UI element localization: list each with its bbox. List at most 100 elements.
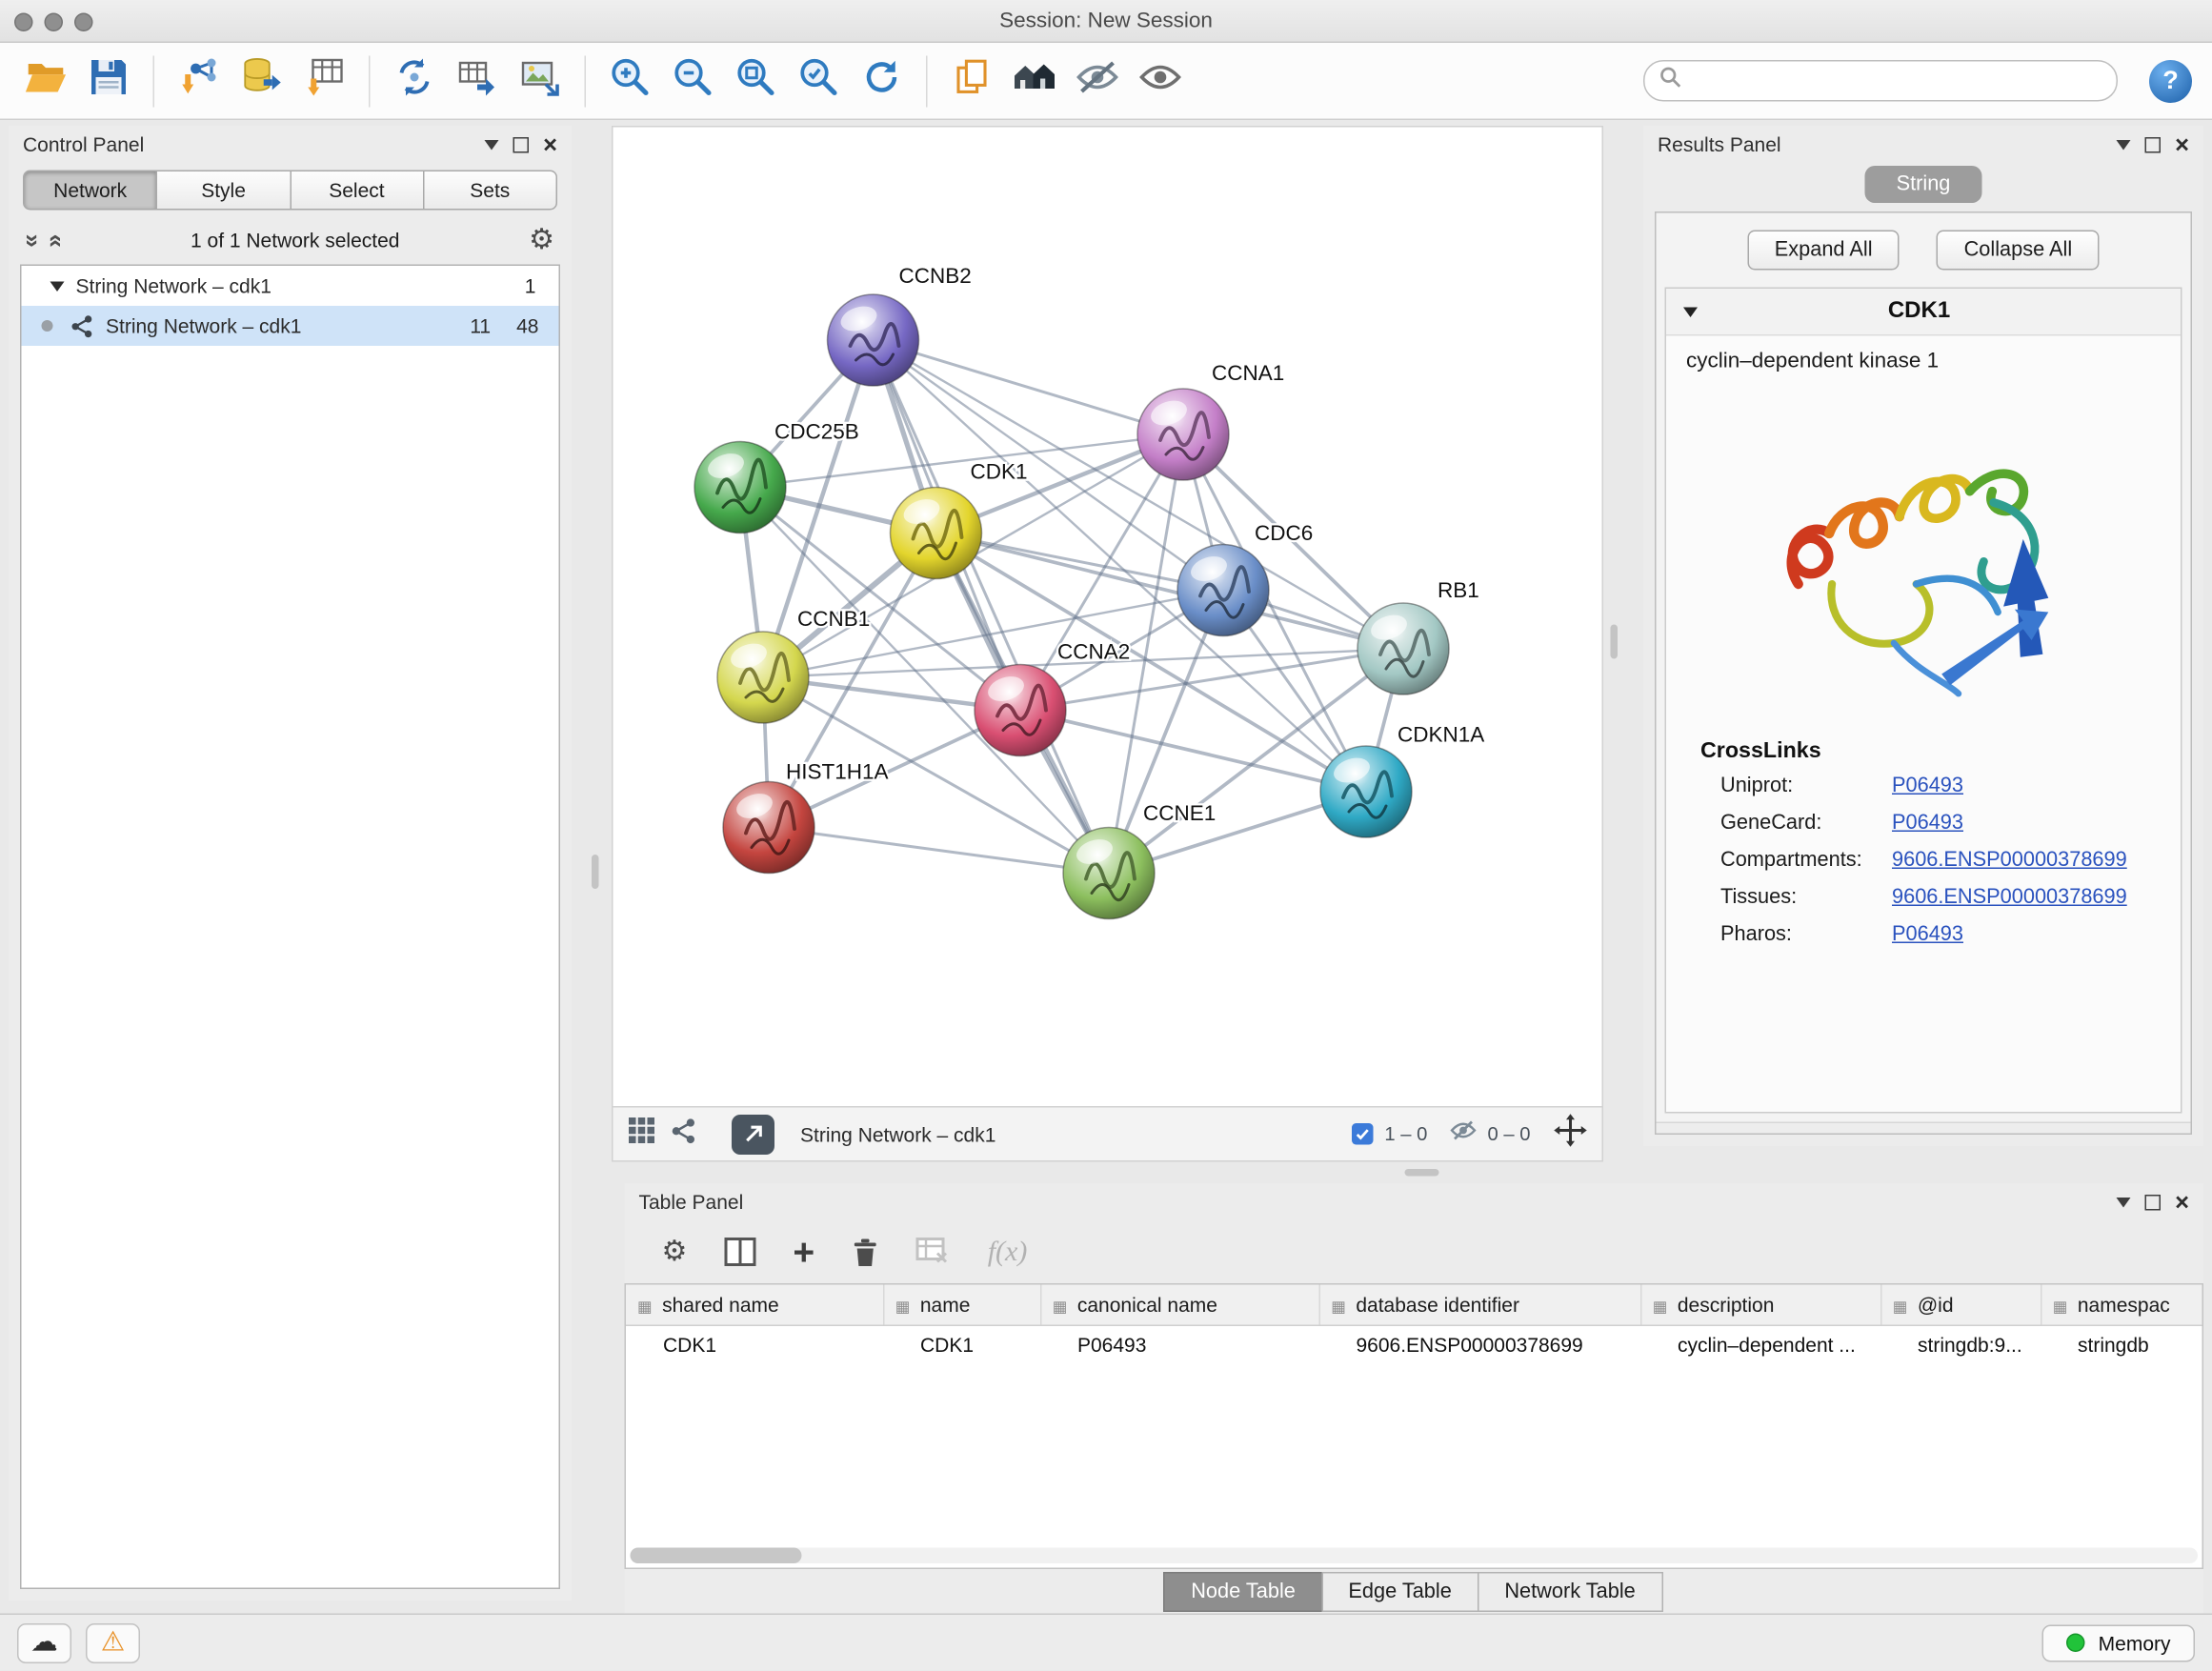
gear-icon[interactable]: ⚙ — [529, 226, 554, 254]
hidden-eye-slash-icon[interactable] — [1450, 1120, 1476, 1148]
crosslink-link[interactable]: P06493 — [1892, 812, 1963, 835]
network-node-HIST1H1A[interactable]: HIST1H1A — [723, 760, 889, 874]
network-view[interactable]: CCNB2CCNA1CDC25BCDK1CDC6RB1CCNB1CCNA2CDK… — [612, 126, 1603, 1108]
refresh-view-button[interactable] — [856, 53, 908, 108]
column-header-@id[interactable]: ▦@id — [1880, 1285, 2041, 1325]
float-panel-icon[interactable] — [2145, 1194, 2162, 1210]
column-header-name[interactable]: ▦name — [883, 1285, 1040, 1325]
expand-all-button[interactable]: Expand All — [1747, 231, 1900, 271]
zoom-selected-button[interactable] — [794, 53, 845, 108]
pan-move-icon[interactable] — [1554, 1114, 1588, 1156]
table-cell[interactable]: 9606.ENSP00000378699 — [1319, 1325, 1641, 1364]
tab-string[interactable]: String — [1865, 166, 1982, 203]
show-columns-icon[interactable] — [724, 1238, 755, 1266]
add-column-icon[interactable]: + — [793, 1234, 814, 1271]
network-node-CDK1[interactable]: CDK1 — [891, 460, 1028, 579]
table-cell[interactable]: cyclin–dependent ... — [1640, 1325, 1880, 1364]
expand-all-icon[interactable]: » — [43, 233, 68, 247]
save-session-button[interactable] — [83, 53, 134, 108]
tab-node-table[interactable]: Node Table — [1164, 1572, 1323, 1612]
open-in-new-window-button[interactable] — [732, 1114, 774, 1154]
crosslink-link[interactable]: 9606.ENSP00000378699 — [1892, 849, 2127, 872]
close-panel-icon[interactable]: × — [543, 132, 557, 157]
network-node-CDKN1A[interactable]: CDKN1A — [1320, 723, 1484, 838]
zoom-in-button[interactable] — [605, 53, 656, 108]
import-network-button[interactable] — [173, 53, 225, 108]
table-cell[interactable]: CDK1 — [883, 1325, 1040, 1364]
network-node-CCNA1[interactable]: CCNA1 — [1137, 361, 1284, 480]
network-node-RB1[interactable]: RB1 — [1357, 578, 1479, 695]
table-row[interactable]: CDK1CDK1P064939606.ENSP00000378699cyclin… — [626, 1325, 2203, 1364]
cloud-button[interactable]: ☁ — [17, 1622, 71, 1662]
network-node-CCNB1[interactable]: CCNB1 — [717, 607, 870, 723]
table-cell[interactable]: stringdb:9... — [1880, 1325, 2041, 1364]
table-cell[interactable]: stringdb — [2041, 1325, 2203, 1364]
panel-menu-icon[interactable] — [485, 139, 499, 150]
tab-style[interactable]: Style — [156, 171, 291, 211]
table-cell[interactable]: P06493 — [1040, 1325, 1319, 1364]
bottom-splitter-handle[interactable] — [1405, 1169, 1439, 1177]
hide-graphics-button[interactable] — [1072, 53, 1123, 108]
network-collection-row[interactable]: String Network – cdk1 1 — [22, 266, 559, 306]
import-table-button[interactable] — [299, 53, 351, 108]
search-input[interactable] — [1691, 70, 2102, 92]
network-overview-button[interactable] — [1009, 53, 1060, 108]
new-network-from-table-button[interactable] — [452, 53, 503, 108]
tab-select[interactable]: Select — [290, 171, 424, 211]
help-button[interactable]: ? — [2149, 59, 2192, 102]
table-horizontal-scrollbar-track[interactable] — [631, 1548, 2199, 1564]
zoom-out-button[interactable] — [668, 53, 719, 108]
crosslink-link[interactable]: P06493 — [1892, 775, 1963, 797]
network-edge[interactable] — [1020, 711, 1366, 793]
column-header-database-identifier[interactable]: ▦database identifier — [1319, 1285, 1641, 1325]
panel-menu-icon[interactable] — [2117, 1197, 2131, 1207]
table-cell[interactable]: CDK1 — [626, 1325, 883, 1364]
close-panel-icon[interactable]: × — [2175, 1190, 2189, 1215]
import-network-from-database-button[interactable] — [236, 53, 288, 108]
network-row[interactable]: String Network – cdk1 11 48 — [22, 306, 559, 346]
tab-network-table[interactable]: Network Table — [1478, 1572, 1662, 1612]
column-header-shared-name[interactable]: ▦shared name — [626, 1285, 883, 1325]
zoom-fit-button[interactable] — [731, 53, 782, 108]
crosslink-link[interactable]: 9606.ENSP00000378699 — [1892, 886, 2127, 909]
left-splitter-handle[interactable] — [592, 855, 599, 889]
grid-view-icon[interactable] — [628, 1117, 656, 1153]
show-graphics-button[interactable] — [1135, 53, 1186, 108]
collection-caret-icon[interactable] — [50, 281, 65, 292]
close-panel-icon[interactable]: × — [2175, 132, 2189, 157]
column-header-namespac[interactable]: ▦namespac — [2041, 1285, 2203, 1325]
network-node-CDC6[interactable]: CDC6 — [1177, 521, 1313, 636]
results-horizontal-scrollbar[interactable] — [1657, 1122, 2191, 1134]
column-header-canonical-name[interactable]: ▦canonical name — [1040, 1285, 1319, 1325]
network-edge[interactable] — [874, 340, 1184, 434]
close-window-button[interactable] — [14, 12, 33, 31]
network-edge[interactable] — [769, 828, 1109, 874]
zoom-window-button[interactable] — [74, 12, 93, 31]
network-share-icon[interactable] — [671, 1117, 698, 1151]
warnings-button[interactable]: ⚠ — [86, 1622, 140, 1662]
export-image-button[interactable] — [514, 53, 566, 108]
crosslink-link[interactable]: P06493 — [1892, 923, 1963, 946]
network-node-CCNB2[interactable]: CCNB2 — [828, 264, 972, 386]
panel-menu-icon[interactable] — [2117, 139, 2131, 150]
open-session-button[interactable] — [20, 53, 71, 108]
minimize-window-button[interactable] — [45, 12, 64, 31]
float-panel-icon[interactable] — [513, 136, 530, 152]
clone-network-button[interactable] — [389, 53, 440, 108]
protein-collapse-caret-icon[interactable] — [1683, 307, 1698, 317]
tab-edge-table[interactable]: Edge Table — [1321, 1572, 1478, 1612]
tab-network[interactable]: Network — [23, 171, 157, 211]
table-horizontal-scrollbar-thumb[interactable] — [631, 1548, 802, 1564]
memory-button[interactable]: Memory — [2042, 1624, 2195, 1661]
network-edge[interactable] — [874, 340, 1110, 874]
right-splitter-handle[interactable] — [1611, 625, 1619, 659]
delete-column-trash-icon[interactable] — [852, 1237, 879, 1267]
network-graph[interactable]: CCNB2CCNA1CDC25BCDK1CDC6RB1CCNB1CCNA2CDK… — [613, 128, 1602, 1107]
float-panel-icon[interactable] — [2145, 136, 2162, 152]
column-header-description[interactable]: ▦description — [1640, 1285, 1880, 1325]
tab-sets[interactable]: Sets — [423, 171, 557, 211]
selected-checkbox-icon[interactable] — [1352, 1123, 1374, 1145]
table-settings-gear-icon[interactable]: ⚙ — [662, 1238, 688, 1266]
collapse-all-button[interactable]: Collapse All — [1937, 231, 2100, 271]
copy-document-button[interactable] — [946, 53, 997, 108]
